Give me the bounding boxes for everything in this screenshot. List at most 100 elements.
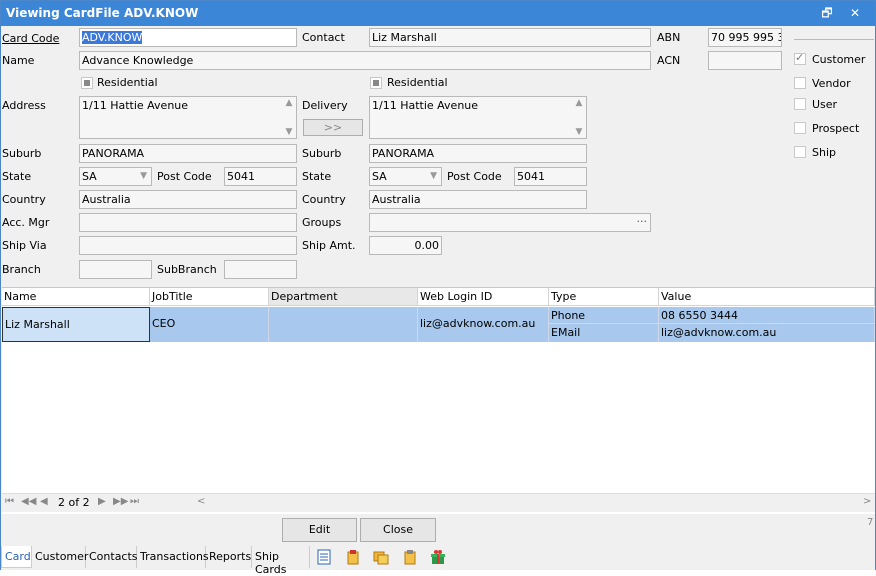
subbranch-label: SubBranch — [157, 263, 217, 276]
scroll-up-icon[interactable]: ▲ — [283, 98, 295, 108]
delivery-state-select[interactable]: SA ▼ — [369, 167, 442, 186]
delivery-country-label: Country — [302, 193, 346, 206]
country-field[interactable]: Australia — [79, 190, 297, 209]
delivery-label: Delivery — [302, 99, 348, 112]
window-title: Viewing CardFile ADV.KNOW — [6, 6, 199, 20]
cell-department[interactable] — [269, 307, 418, 342]
cell-jobtitle[interactable]: CEO — [150, 307, 269, 342]
customer-label: Customer — [812, 53, 866, 66]
next-page-icon[interactable]: ▶▶ — [113, 496, 128, 507]
scroll-down-icon[interactable]: ▼ — [283, 127, 295, 137]
delivery-postcode-field[interactable]: 5041 — [514, 167, 587, 186]
subbranch-field[interactable] — [224, 260, 297, 279]
branch-field[interactable] — [79, 260, 152, 279]
acc-mgr-field[interactable] — [79, 213, 297, 232]
chevron-down-icon: ▼ — [430, 171, 437, 181]
cell-type-email[interactable]: EMail — [549, 324, 659, 342]
tab-customer[interactable]: Customer — [32, 546, 88, 568]
delivery-text: 1/11 Hattie Avenue — [372, 99, 479, 112]
address-field[interactable]: 1/11 Hattie Avenue ▲ ▼ — [79, 96, 297, 139]
col-header-name[interactable]: Name — [2, 288, 150, 306]
user-checkbox[interactable] — [794, 98, 806, 110]
cardfile-window: Viewing CardFile ADV.KNOW 🗗 ✕ Card Code … — [0, 0, 876, 576]
scroll-down-icon[interactable]: ▼ — [573, 127, 585, 137]
cell-name[interactable]: Liz Marshall — [2, 307, 150, 342]
scroll-up-icon[interactable]: ▲ — [573, 98, 585, 108]
residential-label: Residential — [97, 76, 158, 89]
form-icon[interactable] — [316, 549, 332, 565]
close-window-icon[interactable]: ✕ — [845, 5, 865, 21]
acc-mgr-label: Acc. Mgr — [2, 216, 50, 229]
tab-ship-cards[interactable]: Ship Cards — [252, 546, 310, 576]
ship-via-field[interactable] — [79, 236, 297, 255]
col-header-value[interactable]: Value — [659, 288, 875, 306]
card-code-field[interactable]: ADV.KNOW — [79, 28, 297, 47]
tab-card[interactable]: Card — [1, 546, 32, 568]
groups-label: Groups — [302, 216, 342, 229]
edit-button[interactable]: Edit — [282, 518, 357, 542]
vendor-checkbox[interactable] — [794, 77, 806, 89]
contact-field[interactable]: Liz Marshall — [369, 28, 651, 47]
prev-page-icon[interactable]: ◀◀ — [21, 496, 36, 507]
roles-divider — [794, 39, 874, 40]
cell-value-phone[interactable]: 08 6550 3444 — [659, 307, 875, 324]
residential-checkbox[interactable] — [81, 77, 93, 89]
delivery-residential-checkbox[interactable] — [370, 77, 382, 89]
delivery-postcode-label: Post Code — [447, 170, 502, 183]
suburb-field[interactable]: PANORAMA — [79, 144, 297, 163]
customer-checkbox[interactable] — [794, 51, 806, 65]
card-code-label: Card Code — [2, 32, 60, 45]
acn-field[interactable] — [708, 51, 782, 70]
name-field[interactable]: Advance Knowledge — [79, 51, 651, 70]
tab-transactions[interactable]: Transactions — [137, 546, 209, 568]
state-select[interactable]: SA ▼ — [79, 167, 152, 186]
vendor-label: Vendor — [812, 77, 851, 90]
ship-amt-field[interactable]: 0.00 — [369, 236, 442, 255]
gift-icon[interactable] — [430, 549, 446, 565]
cell-value-email[interactable]: liz@advknow.com.au — [659, 324, 875, 342]
prev-record-icon[interactable]: ◀ — [40, 496, 48, 507]
country-label: Country — [2, 193, 46, 206]
copy-address-button[interactable]: >> — [303, 119, 363, 136]
ellipsis-icon[interactable]: ··· — [637, 215, 648, 228]
chevron-down-icon: ▼ — [140, 171, 147, 181]
ship-label: Ship — [812, 146, 836, 159]
restore-icon[interactable]: 🗗 — [817, 5, 837, 21]
next-record-icon[interactable]: ▶ — [98, 496, 106, 507]
col-header-department[interactable]: Department — [269, 288, 418, 306]
ship-checkbox[interactable] — [794, 146, 806, 158]
user-label: User — [812, 98, 838, 111]
scroll-right-icon[interactable]: > — [863, 496, 871, 507]
record-navigator: ⏮ ◀◀ ◀ 2 of 2 ▶ ▶▶ ⏭ < > — [2, 493, 875, 512]
delivery-suburb-field[interactable]: PANORAMA — [369, 144, 587, 163]
last-record-icon[interactable]: ⏭ — [130, 496, 139, 507]
prospect-label: Prospect — [812, 122, 860, 135]
groups-field[interactable]: ··· — [369, 213, 651, 232]
page-indicator: 2 of 2 — [58, 496, 90, 509]
suburb-label: Suburb — [2, 147, 42, 160]
first-record-icon[interactable]: ⏮ — [5, 496, 14, 507]
col-header-jobtitle[interactable]: JobTitle — [150, 288, 269, 306]
delivery-country-field[interactable]: Australia — [369, 190, 587, 209]
cell-type-phone[interactable]: Phone — [549, 307, 659, 324]
clipboard-red-icon[interactable] — [345, 549, 361, 565]
tab-contacts[interactable]: Contacts — [86, 546, 138, 568]
address-text: 1/11 Hattie Avenue — [82, 99, 189, 112]
folders-icon[interactable] — [373, 549, 389, 565]
prospect-checkbox[interactable] — [794, 122, 806, 134]
tab-reports[interactable]: Reports — [206, 546, 252, 568]
abn-field[interactable]: 70 995 995 36 — [708, 28, 782, 47]
postcode-field[interactable]: 5041 — [224, 167, 297, 186]
delivery-residential-label: Residential — [387, 76, 448, 89]
col-header-type[interactable]: Type — [549, 288, 659, 306]
col-header-weblogin[interactable]: Web Login ID — [418, 288, 549, 306]
scroll-left-icon[interactable]: < — [197, 496, 205, 507]
state-label: State — [2, 170, 32, 183]
address-label: Address — [2, 99, 46, 112]
close-button[interactable]: Close — [360, 518, 436, 542]
clipboard-icon[interactable] — [402, 549, 418, 565]
ship-amt-label: Ship Amt. — [302, 239, 356, 252]
cell-weblogin[interactable]: liz@advknow.com.au — [418, 307, 549, 342]
delivery-state-label: State — [302, 170, 332, 183]
delivery-field[interactable]: 1/11 Hattie Avenue ▲ ▼ — [369, 96, 587, 139]
